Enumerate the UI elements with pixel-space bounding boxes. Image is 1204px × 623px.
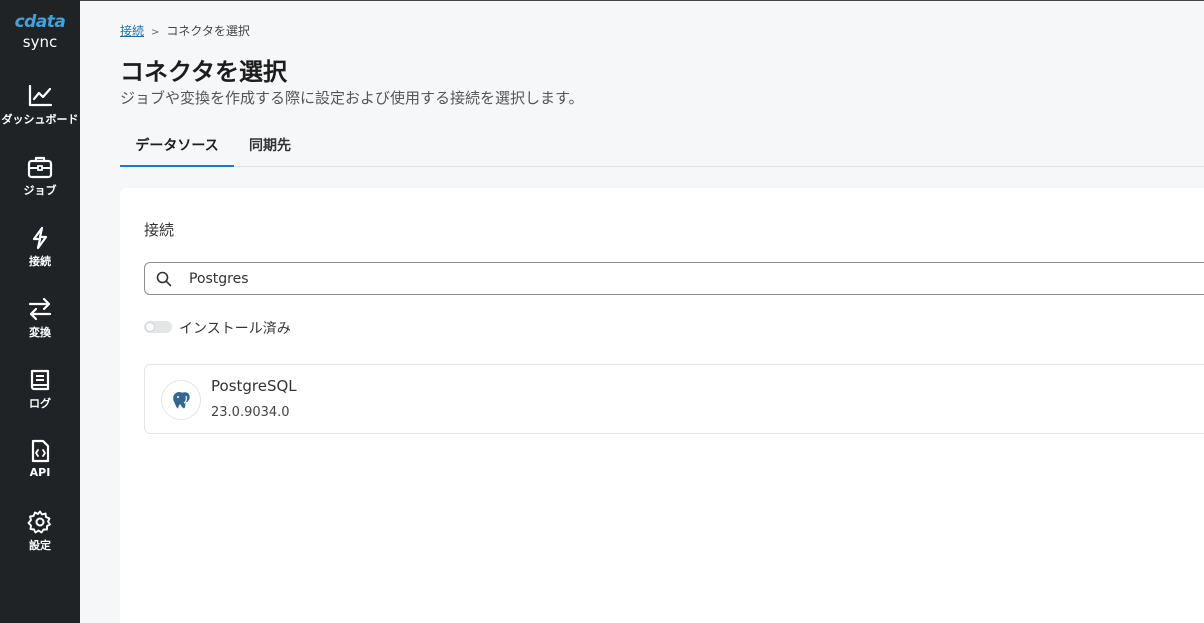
tab-bar: データソース 同期先 bbox=[120, 126, 1204, 167]
sidebar-item-label: ログ bbox=[29, 397, 51, 410]
sidebar-item-settings[interactable]: 設定 bbox=[0, 510, 80, 570]
connector-card: 接続 インストール済み PostgreSQL 23.0 bbox=[120, 188, 1204, 623]
swap-arrows-icon bbox=[28, 297, 52, 321]
book-icon bbox=[30, 369, 50, 391]
sidebar: cdata sync ダッシュボード ジョブ 接続 変換 ログ API 設定 bbox=[0, 0, 80, 623]
sidebar-item-dashboard[interactable]: ダッシュボード bbox=[0, 84, 80, 144]
logo-mark: cdata bbox=[14, 12, 66, 32]
code-file-icon bbox=[31, 439, 50, 463]
tab-destination[interactable]: 同期先 bbox=[234, 126, 306, 167]
installed-toggle[interactable] bbox=[144, 321, 172, 333]
installed-toggle-label: インストール済み bbox=[179, 321, 291, 337]
toggle-knob bbox=[145, 322, 155, 332]
gear-icon bbox=[27, 510, 51, 534]
sidebar-item-connections[interactable]: 接続 bbox=[0, 226, 80, 286]
sidebar-item-label: API bbox=[29, 466, 51, 479]
breadcrumb: 接続 > コネクタを選択 bbox=[120, 22, 250, 39]
sidebar-item-label: 変換 bbox=[29, 326, 51, 339]
sidebar-item-label: 接続 bbox=[29, 255, 51, 268]
search-icon bbox=[156, 271, 172, 287]
app-logo[interactable]: cdata sync bbox=[0, 12, 80, 51]
sidebar-item-logs[interactable]: ログ bbox=[0, 368, 80, 428]
sidebar-item-label: ダッシュボード bbox=[1, 113, 79, 126]
connector-icon-wrap bbox=[161, 380, 201, 420]
search-input[interactable] bbox=[189, 263, 1089, 294]
tab-data-source[interactable]: データソース bbox=[120, 126, 234, 167]
connector-name: PostgreSQL bbox=[211, 377, 297, 395]
sidebar-item-label: 設定 bbox=[29, 539, 51, 552]
sidebar-item-api[interactable]: API bbox=[0, 439, 80, 499]
search-box[interactable] bbox=[144, 262, 1204, 295]
sidebar-item-label: ジョブ bbox=[23, 184, 57, 197]
section-label: 接続 bbox=[144, 221, 175, 239]
connector-item-postgresql[interactable]: PostgreSQL 23.0.9034.0 bbox=[144, 364, 1204, 434]
chart-line-icon bbox=[28, 84, 53, 107]
connector-version: 23.0.9034.0 bbox=[211, 405, 290, 420]
page-title: コネクタを選択 bbox=[120, 58, 288, 86]
lightning-icon bbox=[32, 226, 48, 250]
briefcase-icon bbox=[27, 156, 53, 179]
breadcrumb-link-connections[interactable]: 接続 bbox=[120, 24, 144, 38]
sidebar-item-transforms[interactable]: 変換 bbox=[0, 297, 80, 357]
breadcrumb-separator: > bbox=[151, 27, 160, 38]
logo-sub: sync bbox=[22, 33, 58, 51]
sidebar-item-jobs[interactable]: ジョブ bbox=[0, 155, 80, 215]
postgresql-elephant-icon bbox=[172, 390, 191, 410]
breadcrumb-current: コネクタを選択 bbox=[166, 24, 250, 38]
main-content: 接続 > コネクタを選択 コネクタを選択 ジョブや変換を作成する際に設定および使用す… bbox=[80, 0, 1204, 623]
page-subtitle: ジョブや変換を作成する際に設定および使用する接続を選択します。 bbox=[120, 89, 584, 107]
